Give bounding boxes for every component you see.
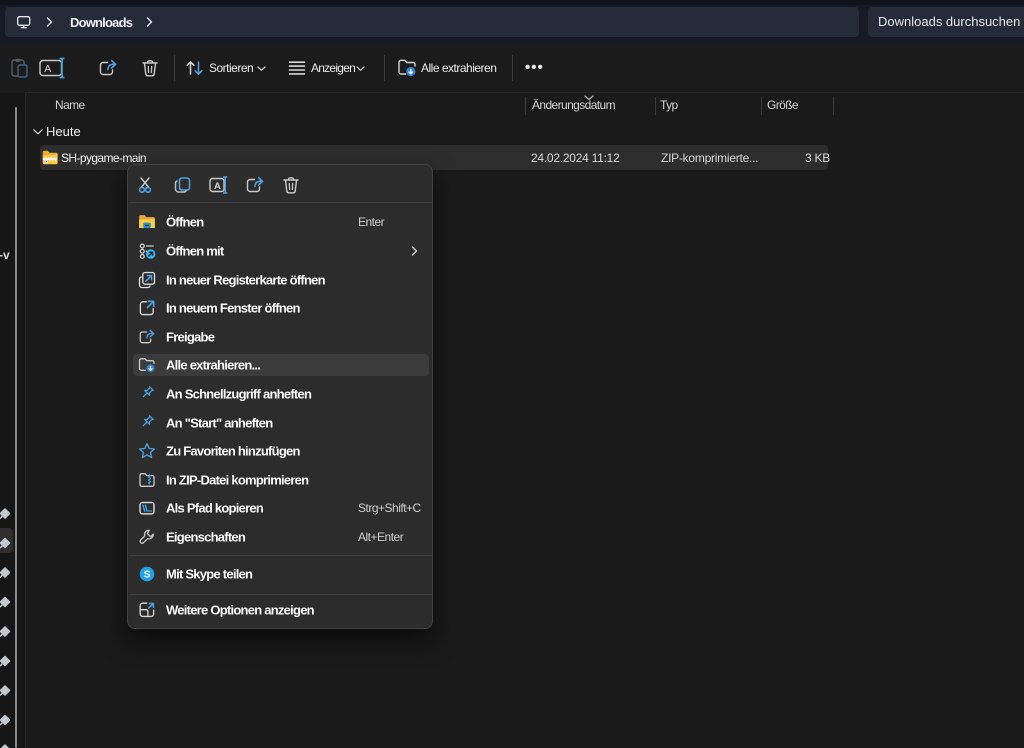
svg-text:S: S: [143, 569, 150, 580]
svg-text:A: A: [44, 63, 51, 75]
svg-text:A: A: [214, 181, 221, 192]
